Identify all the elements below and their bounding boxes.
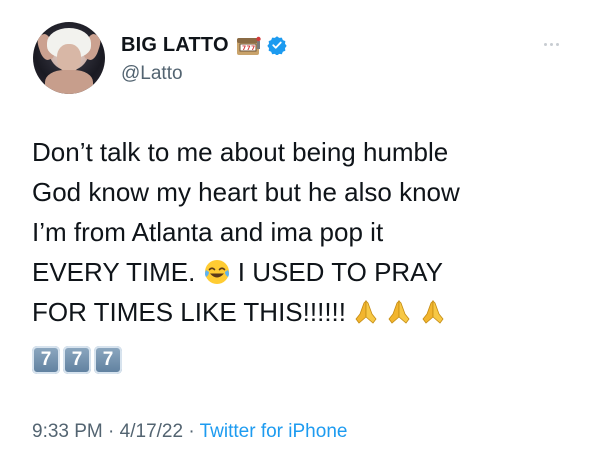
more-dot — [555, 42, 559, 46]
tweet-line: FOR TIMES LIKE THIS!!!!!! — [32, 292, 572, 332]
user-handle[interactable]: @Latto — [121, 63, 183, 85]
avatar-face — [57, 44, 81, 72]
tweet-date[interactable]: 4/17/22 — [120, 421, 183, 442]
tweet-line: Don’t talk to me about being humble — [32, 137, 449, 167]
folded-hands-icon — [420, 297, 446, 337]
more-options-icon[interactable] — [537, 34, 565, 54]
tweet-text: Don’t talk to me about being humble God … — [32, 132, 572, 374]
tweet-text-segment: EVERY TIME. — [32, 257, 196, 287]
keycap-seven-icon: 7 — [94, 346, 122, 374]
tweet-source-link[interactable]: Twitter for iPhone — [200, 421, 348, 442]
tweet-line: I’m from Atlanta and ima pop it — [32, 217, 384, 247]
folded-hands-icon — [353, 297, 379, 337]
display-name[interactable]: BIG LATTO — [121, 34, 229, 57]
meta-separator: · — [188, 421, 195, 442]
tears-of-joy-icon — [203, 257, 231, 297]
tweet-line: 777 — [32, 332, 572, 374]
slot-machine-icon: 7 7 7 — [235, 33, 261, 57]
tweet-line: God know my heart but he also know — [32, 177, 460, 207]
svg-text:7: 7 — [251, 45, 255, 52]
tweet-time[interactable]: 9:33 PM — [32, 421, 103, 442]
name-row: BIG LATTO 7 7 7 — [121, 30, 287, 60]
tweet-text-segment: FOR TIMES LIKE THIS!!!!!! — [32, 297, 346, 327]
verified-badge-icon — [267, 35, 287, 55]
more-dot — [549, 42, 553, 46]
more-dot — [543, 42, 547, 46]
folded-hands-icon — [386, 297, 412, 337]
tweet-text-segment: I USED TO PRAY — [237, 257, 443, 287]
meta-separator: · — [108, 421, 115, 442]
keycap-seven-icon: 7 — [63, 346, 91, 374]
tweet-metadata: 9:33 PM · 4/17/22 · Twitter for iPhone — [32, 421, 347, 443]
keycap-seven-icon: 7 — [32, 346, 60, 374]
avatar-body — [45, 70, 93, 94]
tweet-card: BIG LATTO 7 7 7 @Latto Don’t talk to me … — [0, 0, 595, 461]
tweet-line: EVERY TIME. I USED TO PRAY — [32, 252, 572, 292]
avatar[interactable] — [33, 22, 105, 94]
